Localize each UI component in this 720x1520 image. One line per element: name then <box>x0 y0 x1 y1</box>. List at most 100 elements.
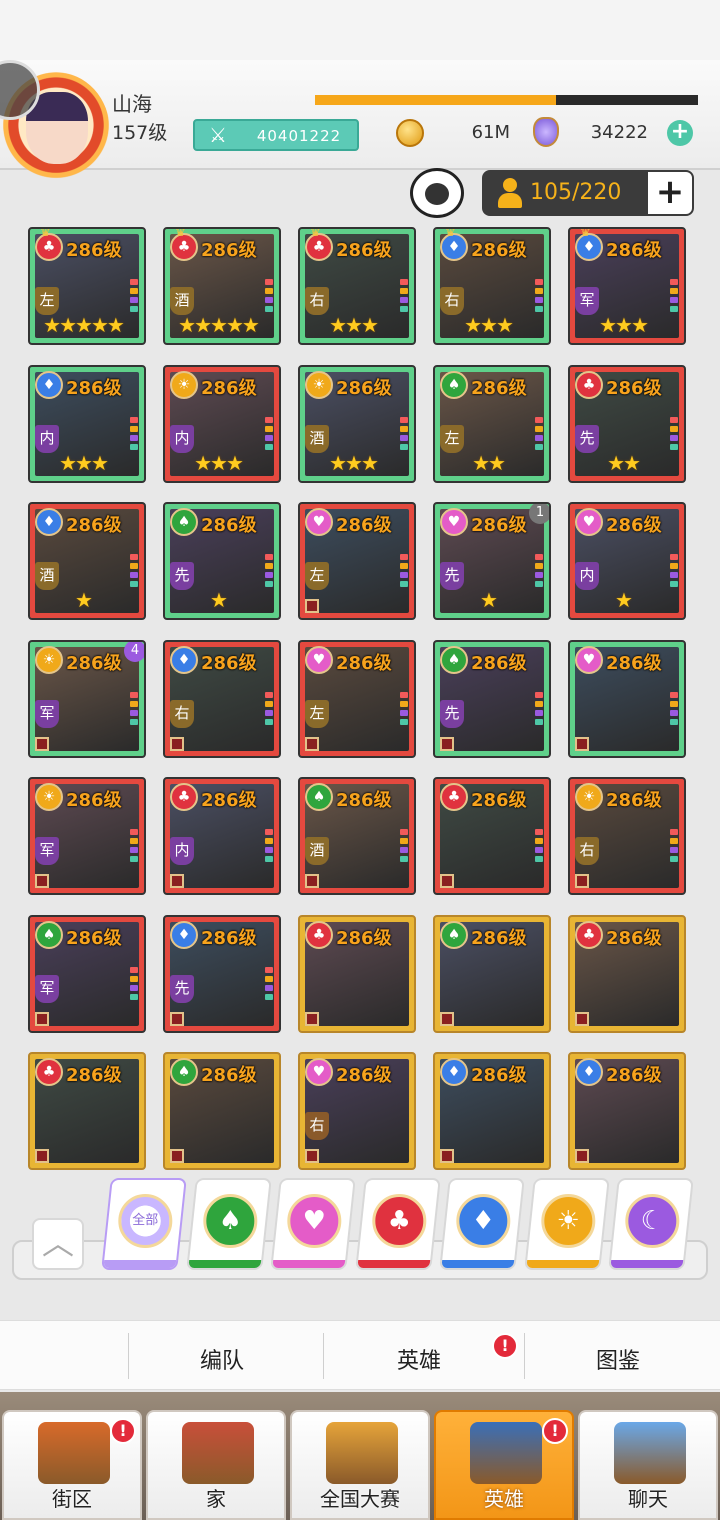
alert-icon: ! <box>110 1418 136 1444</box>
hero-card[interactable]: ☀ 286级军 4 <box>28 639 146 758</box>
hero-card[interactable]: ♦ 286级酒 ★ <box>28 502 146 620</box>
hero-stat-bars <box>400 829 408 865</box>
tab-formation[interactable]: 编队 <box>200 1343 244 1375</box>
hero-card[interactable]: ☀ 286级酒 ★★★ <box>298 364 416 483</box>
sun-suit-icon: ☀ <box>170 370 198 399</box>
chevron-up-icon[interactable]: ︿ <box>32 1218 84 1270</box>
club-suit-icon: ♣ <box>440 783 468 811</box>
hero-level: 286级 <box>336 377 392 399</box>
bottom-nav: 街区! 家 全国大赛 英雄! 聊天 <box>0 1392 720 1520</box>
corner-marker-icon <box>305 1011 319 1026</box>
hero-stars: ★★★★★ <box>178 313 260 337</box>
filter-spade[interactable]: ♠ <box>185 1178 272 1270</box>
hero-card[interactable]: ♦ 286级 <box>433 1052 551 1170</box>
hero-card[interactable]: ♥ 286级右 <box>298 1052 416 1170</box>
hero-level: 286级 <box>606 515 662 536</box>
hero-card[interactable]: ♣ 286级 <box>28 1052 146 1170</box>
hero-card[interactable]: ♣ ♛ 286级左 ★★★★★ <box>28 227 146 345</box>
hero-capacity: 105/220 <box>482 170 646 216</box>
corner-marker-icon <box>170 736 184 751</box>
house-icon <box>182 1422 254 1484</box>
trophy-icon <box>326 1422 398 1484</box>
hero-stat-bars <box>130 691 138 728</box>
spade-suit-icon: ♠ <box>440 370 468 399</box>
hero-level: 286级 <box>66 240 122 261</box>
nav-cards[interactable]: 英雄! <box>434 1410 574 1520</box>
player-level: 157级 <box>112 122 168 144</box>
hero-level: 286级 <box>471 515 527 536</box>
alert-icon: ! <box>542 1418 568 1444</box>
sun-suit-icon: ☀ <box>35 783 63 811</box>
heart-suit-icon: ♥ <box>305 1058 333 1086</box>
all-suit-icon: 全部 <box>118 1194 173 1248</box>
hero-card[interactable]: ☀ 286级军 <box>28 777 146 895</box>
hero-card[interactable]: ☀ 286级内 ★★★ <box>163 364 281 483</box>
hero-card[interactable]: ♥ 286级内 ★ <box>568 502 686 620</box>
hero-card[interactable]: ♣ 286级先 ★★ <box>568 364 686 483</box>
heart-suit-icon: ♥ <box>305 645 333 674</box>
hero-card[interactable]: ♦ ♛ 286级右 ★★★ <box>433 227 551 345</box>
hero-card[interactable]: ♠ 286级 <box>163 1052 281 1170</box>
hero-card[interactable]: ♦ 286级右 <box>163 639 281 758</box>
hero-card[interactable]: ♠ 286级先 <box>433 639 551 758</box>
hero-card[interactable]: ♥ 286级左 <box>298 502 416 620</box>
filter-club[interactable]: ♣ <box>354 1178 441 1270</box>
hero-card[interactable]: ♠ 286级酒 <box>298 777 416 895</box>
filter-moon[interactable]: ☾ <box>608 1178 694 1270</box>
filter-all[interactable]: 全部 <box>101 1178 187 1270</box>
hero-level: 286级 <box>471 1065 527 1086</box>
hero-role-tag: 左 <box>440 424 464 453</box>
hero-card[interactable]: ♠ 286级左 ★★ <box>433 364 551 483</box>
hero-card[interactable]: ♠ 286级军 <box>28 914 146 1033</box>
person-icon <box>498 178 522 208</box>
filter-sun[interactable]: ☀ <box>523 1178 610 1270</box>
hero-card[interactable]: ♦ 286级先 <box>163 914 281 1033</box>
heart-suit-icon: ♥ <box>575 508 603 536</box>
advisor-icon[interactable] <box>410 168 464 218</box>
hero-count-badge: 4 <box>124 641 144 662</box>
corner-marker-icon <box>575 736 589 751</box>
hero-role-tag: 左 <box>305 699 329 728</box>
hero-stat-bars <box>130 829 138 865</box>
filter-heart[interactable]: ♥ <box>270 1178 356 1270</box>
hero-card[interactable]: ♣ 286级 <box>433 777 551 895</box>
nav-signpost[interactable]: 街区! <box>2 1410 142 1520</box>
hero-card[interactable]: ♦ 286级内 ★★★ <box>28 364 146 483</box>
hero-role-tag: 内 <box>35 424 59 453</box>
hero-card[interactable]: ♠ 286级 <box>433 914 551 1033</box>
tab-codex[interactable]: 图鉴 <box>596 1343 640 1375</box>
filter-diamond[interactable]: ♦ <box>439 1178 525 1270</box>
hero-card[interactable]: ♣ 286级 <box>298 914 416 1033</box>
tab-heroes[interactable]: 英雄 <box>397 1343 441 1375</box>
gem-value: 34222 <box>590 122 648 143</box>
hero-card[interactable]: ♣ 286级 <box>568 914 686 1033</box>
hero-stat-bars <box>400 416 408 453</box>
expand-capacity-button[interactable]: + <box>646 170 694 216</box>
hero-card[interactable]: ♣ ♛ 286级右 ★★★ <box>298 227 416 345</box>
corner-marker-icon <box>575 1149 589 1163</box>
hero-level: 286级 <box>336 927 392 949</box>
hero-card[interactable]: ♠ 286级先 ★ <box>163 502 281 620</box>
hero-stars: ★ <box>210 588 228 612</box>
hero-role-tag: 先 <box>440 562 464 590</box>
hero-card[interactable]: ♦ 286级 <box>568 1052 686 1170</box>
hero-card[interactable]: ♦ ♛ 286级军 ★★★ <box>568 227 686 345</box>
hero-card[interactable]: ♣ 286级内 <box>163 777 281 895</box>
add-gems-button[interactable]: + <box>667 120 693 146</box>
nav-chat-bubble[interactable]: 聊天 <box>578 1410 718 1520</box>
hero-role-tag: 军 <box>575 287 599 315</box>
hero-card[interactable]: ♣ ♛ 286级酒 ★★★★★ <box>163 227 281 345</box>
hero-card[interactable]: ♥ 286级 <box>568 639 686 758</box>
hero-card[interactable]: ☀ 286级右 <box>568 777 686 895</box>
nav-house[interactable]: 家 <box>146 1410 286 1520</box>
nav-trophy[interactable]: 全国大赛 <box>290 1410 430 1520</box>
spade-suit-icon: ♠ <box>440 645 468 674</box>
diamond-suit-icon: ♦ <box>170 645 198 674</box>
diamond-suit-icon: ♦ <box>170 920 198 949</box>
hero-level: 286级 <box>201 515 257 536</box>
hero-stat-bars <box>535 416 543 453</box>
hero-card[interactable]: ♥ 286级左 <box>298 639 416 758</box>
hero-role-tag: 内 <box>575 562 599 590</box>
hero-role-tag: 酒 <box>170 287 194 315</box>
hero-card[interactable]: ♥ 286级先 ★ 1 <box>433 502 551 620</box>
